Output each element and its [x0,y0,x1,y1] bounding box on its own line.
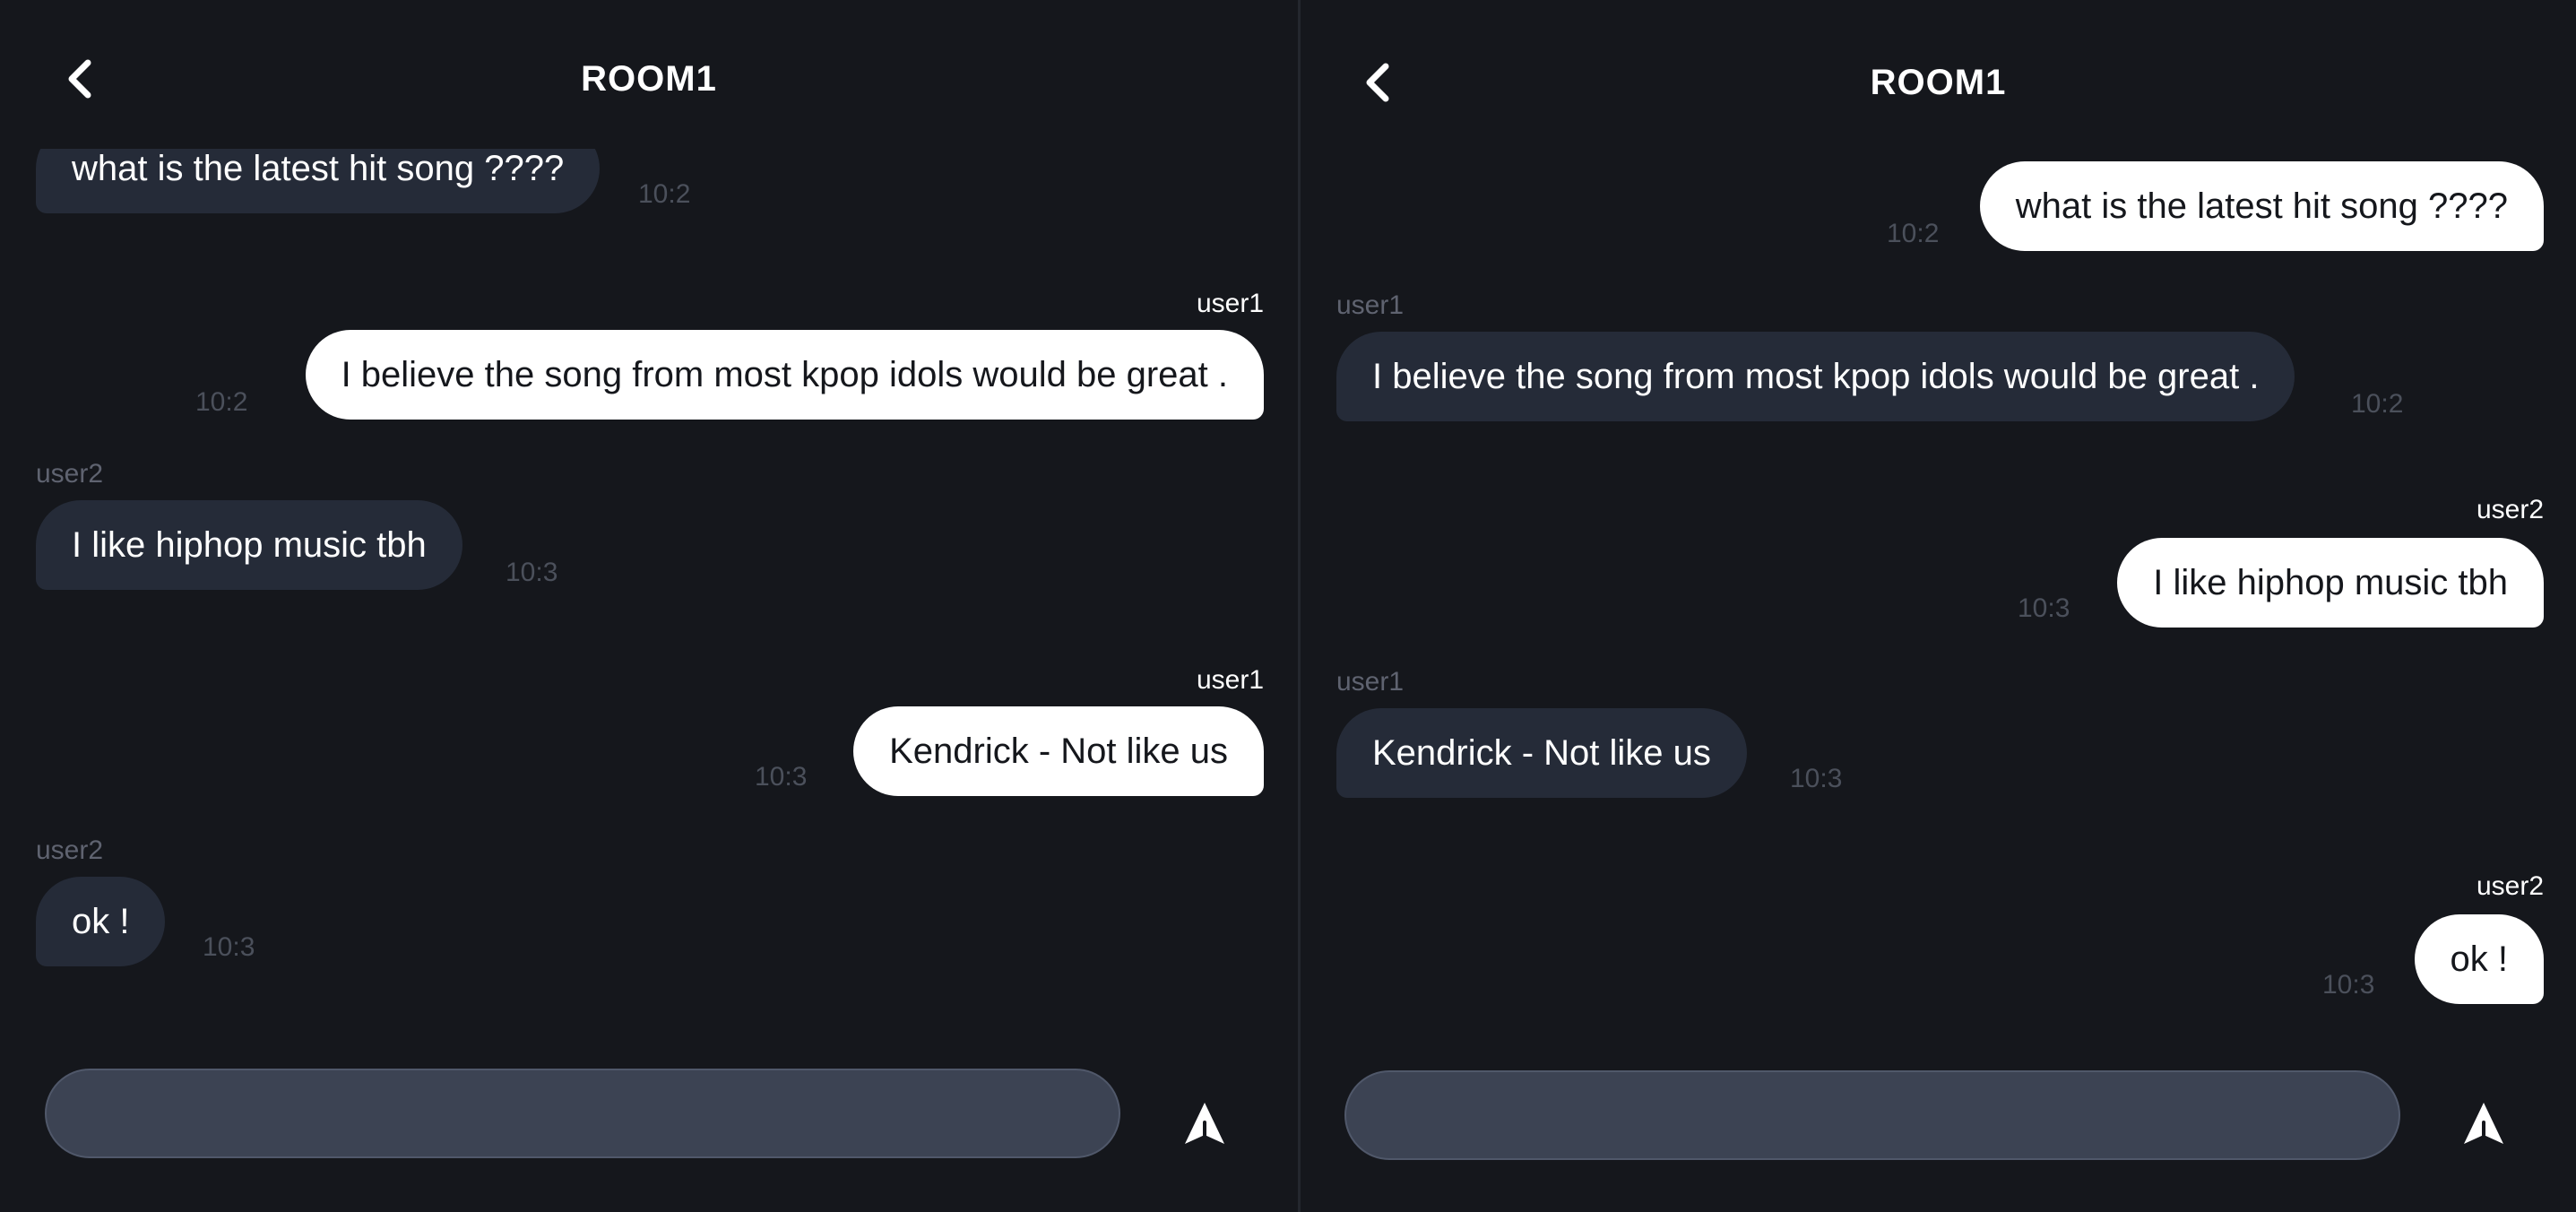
message-timestamp: 10:3 [506,558,558,587]
message-bubble: I like hiphop music tbh [2117,538,2544,628]
chat-pane-right: what is the latest hit song ???? 10:2 us… [1301,0,2576,1212]
send-arrow-icon [2464,1103,2503,1144]
message-input[interactable] [45,1069,1120,1158]
message-bubble: I like hiphop music tbh [36,500,462,590]
message-timestamp: 10:3 [755,762,808,792]
send-button[interactable] [1176,1095,1233,1153]
message-sender: user1 [1336,290,1405,320]
message-bubble: Kendrick - Not like us [1336,708,1747,798]
room-title: ROOM1 [581,59,717,99]
send-arrow-icon [1185,1103,1224,1144]
message-sender: user1 [1196,289,1264,318]
message-bubble: what is the latest hit song ???? [1979,161,2544,251]
message-input[interactable] [1344,1070,2400,1160]
message-timestamp: 10:2 [195,387,248,417]
message-sender: user2 [36,459,104,489]
send-button[interactable] [2455,1095,2512,1153]
chat-header: ROOM1 [0,0,1298,149]
message-bubble: ok ! [36,877,166,966]
message-bubble: Kendrick - Not like us [853,706,1264,796]
message-sender: user1 [1196,665,1264,695]
message-sender: user1 [1336,667,1405,697]
message-composer [1301,1015,2576,1212]
message-timestamp: 10:2 [1887,219,1940,248]
message-timestamp: 10:2 [2351,389,2404,419]
chat-app: what is the latest hit song ???? 10:2 us… [0,0,2576,1212]
message-timestamp: 10:3 [1790,764,1843,793]
message-composer [0,1015,1298,1212]
message-sender: user2 [2476,495,2544,524]
message-timestamp: 10:2 [638,179,691,209]
message-bubble: ok ! [2414,914,2544,1004]
message-sender: user2 [36,835,104,865]
chat-pane-left: what is the latest hit song ???? 10:2 us… [0,0,1298,1212]
message-timestamp: 10:3 [2018,593,2070,623]
message-timestamp: 10:3 [2322,970,2375,1000]
message-bubble: I believe the song from most kpop idols … [1336,332,2295,421]
message-timestamp: 10:3 [203,932,255,962]
message-bubble: I believe the song from most kpop idols … [305,330,1264,420]
message-sender: user2 [2476,871,2544,901]
chat-header: ROOM1 [1301,0,2576,160]
room-title: ROOM1 [1870,63,2007,102]
